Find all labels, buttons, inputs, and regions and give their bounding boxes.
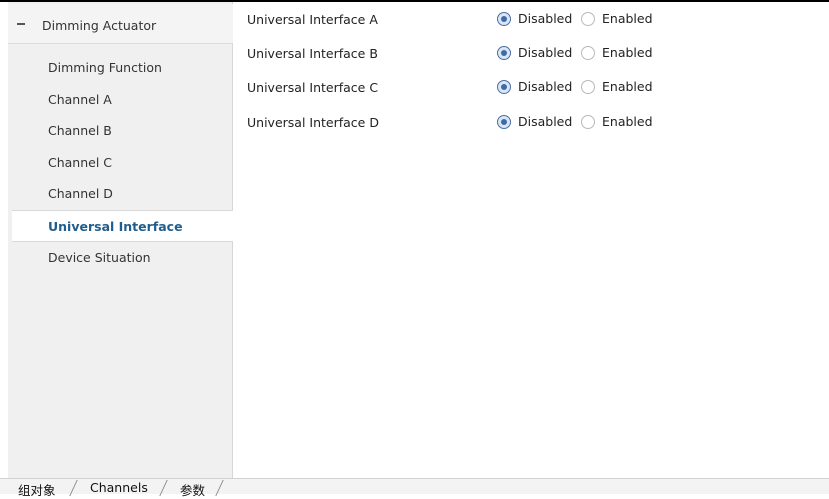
radio-label: Enabled (602, 79, 653, 94)
radio-label: Disabled (518, 11, 573, 26)
setting-row-universal-interface-d: Universal Interface D Disabled Enabled (233, 107, 829, 137)
tree-root-dimming-actuator[interactable]: Dimming Actuator (8, 4, 233, 44)
radio-label: Disabled (518, 114, 573, 129)
tree-item-universal-interface[interactable]: Universal Interface (12, 209, 233, 242)
radio-button-checked[interactable] (497, 46, 511, 60)
tree-items: Dimming Function Channel A Channel B Cha… (8, 52, 233, 273)
tab-parameters[interactable]: 参数 (180, 480, 205, 499)
parameter-tree: Dimming Actuator Dimming Function Channe… (8, 2, 233, 478)
radio-label: Enabled (602, 114, 653, 129)
tab-group-objects[interactable]: 组对象 (18, 480, 56, 499)
radio-button[interactable] (581, 12, 595, 26)
setting-row-universal-interface-a: Universal Interface A Disabled Enabled (233, 4, 829, 34)
tree-item-channel-a[interactable]: Channel A (8, 84, 233, 116)
radio-button-checked[interactable] (497, 80, 511, 94)
setting-label: Universal Interface C (247, 80, 379, 95)
tree-item-channel-b[interactable]: Channel B (8, 115, 233, 147)
radio-button[interactable] (581, 46, 595, 60)
tree-item-channel-d[interactable]: Channel D (8, 178, 233, 210)
radio-button[interactable] (581, 115, 595, 129)
setting-row-universal-interface-b: Universal Interface B Disabled Enabled (233, 38, 829, 68)
radio-button[interactable] (581, 80, 595, 94)
tree-item-channel-c[interactable]: Channel C (8, 147, 233, 179)
setting-row-universal-interface-c: Universal Interface C Disabled Enabled (233, 72, 829, 102)
tree-root-label: Dimming Actuator (42, 18, 157, 33)
setting-label: Universal Interface B (247, 46, 378, 61)
radio-button-checked[interactable] (497, 115, 511, 129)
tree-item-dimming-function[interactable]: Dimming Function (8, 52, 233, 84)
tree-item-device-situation[interactable]: Device Situation (8, 242, 233, 274)
tab-channels[interactable]: Channels (90, 480, 148, 495)
settings-panel: Universal Interface A Disabled Enabled U… (233, 2, 829, 478)
radio-label: Enabled (602, 45, 653, 60)
radio-label: Disabled (518, 79, 573, 94)
collapse-minus-icon[interactable] (17, 23, 25, 25)
bottom-tab-bar: 组对象 Channels 参数 (0, 478, 829, 498)
setting-label: Universal Interface A (247, 12, 378, 27)
radio-label: Disabled (518, 45, 573, 60)
radio-label: Enabled (602, 11, 653, 26)
setting-label: Universal Interface D (247, 115, 379, 130)
radio-button-checked[interactable] (497, 12, 511, 26)
